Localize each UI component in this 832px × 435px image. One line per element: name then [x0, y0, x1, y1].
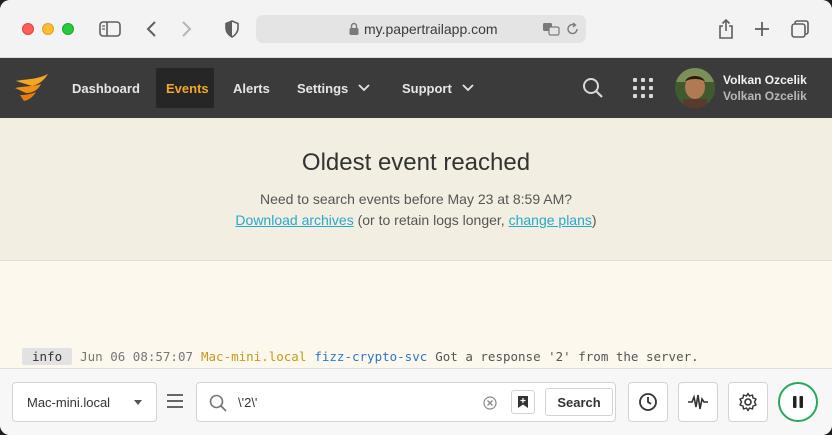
- user-account[interactable]: Volkan Ozcelik: [723, 89, 807, 103]
- minimize-window-button[interactable]: [42, 23, 54, 35]
- system-select[interactable]: Mac-mini.local: [12, 382, 157, 422]
- download-archives-link[interactable]: Download archives: [235, 212, 353, 228]
- save-search-button[interactable]: [511, 390, 535, 414]
- nav-alerts[interactable]: Alerts: [223, 68, 280, 108]
- chevron-down-icon: [462, 84, 474, 92]
- log-timestamp[interactable]: Jun 06 08:57:07: [80, 349, 193, 364]
- time-picker-button[interactable]: [628, 382, 668, 422]
- oldest-event-banner: Oldest event reached Need to search even…: [0, 118, 832, 261]
- menu-icon[interactable]: [166, 393, 184, 409]
- browser-window: my.papertrailapp.com Dashboard Events Al…: [0, 0, 832, 435]
- nav-settings-label: Settings: [297, 80, 349, 96]
- translate-icon[interactable]: [542, 22, 560, 36]
- privacy-shield-icon[interactable]: [220, 17, 244, 41]
- nav-support[interactable]: Support: [392, 68, 484, 108]
- log-message: Got a response '2' from the server.: [435, 349, 699, 364]
- system-select-value: Mac-mini.local: [27, 394, 111, 410]
- activity-icon: [688, 394, 708, 410]
- log-host[interactable]: Mac-mini.local: [201, 349, 306, 364]
- close-window-button[interactable]: [22, 23, 34, 35]
- avatar[interactable]: [675, 68, 715, 108]
- search-query[interactable]: \'2\': [238, 395, 257, 410]
- search-field[interactable]: \'2\' Search: [196, 382, 616, 422]
- banner-title: Oldest event reached: [301, 149, 531, 176]
- user-name[interactable]: Volkan Ozcelik: [723, 73, 807, 87]
- banner-description: Need to search events before May 23 at 8…: [259, 191, 573, 207]
- new-tab-icon[interactable]: [750, 17, 774, 41]
- event-log: info Jun 06 08:57:07 Mac-mini.local fizz-cr…: [0, 262, 832, 382]
- pause-icon: [793, 396, 803, 408]
- clock-icon: [639, 393, 657, 411]
- reload-icon[interactable]: [566, 22, 579, 36]
- pause-button[interactable]: [778, 382, 818, 422]
- change-plans-link[interactable]: change plans: [509, 212, 592, 228]
- search-icon[interactable]: [582, 77, 604, 99]
- log-line[interactable]: info Jun 06 08:57:07 Mac-mini.local fizz-cr…: [22, 348, 699, 365]
- banner-end-text: ): [591, 212, 597, 228]
- forward-icon[interactable]: [174, 17, 198, 41]
- search-toolbar: Mac-mini.local \'2\' Search: [0, 368, 832, 435]
- settings-button[interactable]: [728, 382, 768, 422]
- solarwinds-logo-icon[interactable]: [14, 71, 50, 103]
- nav-support-label: Support: [402, 80, 452, 96]
- zoom-window-button[interactable]: [62, 23, 74, 35]
- bookmark-icon: [518, 396, 528, 408]
- nav-settings[interactable]: Settings: [287, 68, 380, 108]
- chevron-down-icon: [358, 84, 370, 92]
- banner-middle-text: (or to retain logs longer,: [353, 212, 509, 228]
- app-navbar: Dashboard Events Alerts Settings Support…: [0, 58, 832, 118]
- banner-links-line: Download archives (or to retain logs lon…: [0, 212, 832, 228]
- severity-badge[interactable]: info: [22, 348, 73, 365]
- gear-icon: [739, 392, 757, 412]
- back-icon[interactable]: [140, 17, 164, 41]
- clear-icon[interactable]: [483, 396, 497, 410]
- sidebar-toggle-icon[interactable]: [98, 17, 122, 41]
- lock-icon: [349, 22, 359, 35]
- graph-button[interactable]: [678, 382, 718, 422]
- caret-down-icon: [134, 400, 142, 405]
- share-icon[interactable]: [714, 17, 738, 41]
- search-button[interactable]: Search: [545, 388, 613, 416]
- address-bar[interactable]: my.papertrailapp.com: [256, 15, 586, 43]
- search-icon: [209, 394, 227, 412]
- nav-events[interactable]: Events: [156, 68, 214, 108]
- nav-dashboard[interactable]: Dashboard: [62, 68, 150, 108]
- app-grid-icon[interactable]: [633, 78, 653, 98]
- url-text: my.papertrailapp.com: [364, 21, 498, 37]
- tab-overview-icon[interactable]: [788, 17, 812, 41]
- log-program[interactable]: fizz-crypto-svc: [314, 349, 427, 364]
- browser-toolbar: my.papertrailapp.com: [0, 0, 832, 58]
